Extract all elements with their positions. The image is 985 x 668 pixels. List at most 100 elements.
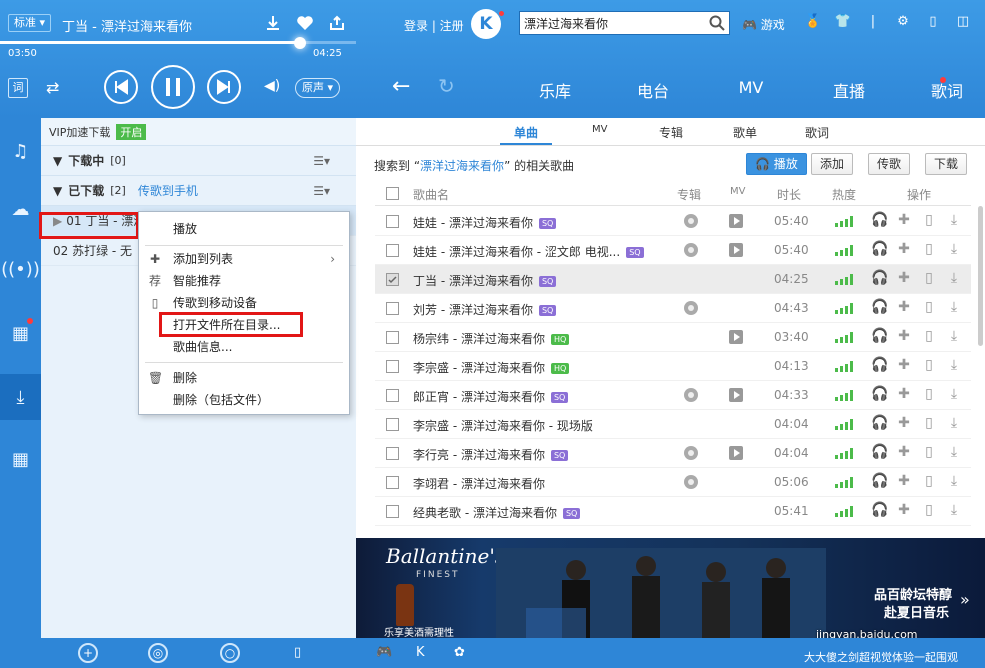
phone-icon[interactable]: ▯ [921, 357, 937, 373]
apps-grid-icon[interactable]: ▦ [0, 436, 41, 482]
mv-play-icon[interactable] [729, 214, 743, 228]
previous-button[interactable] [104, 70, 138, 104]
subtab-albums[interactable]: 专辑 [659, 124, 683, 141]
double-chevron-right-icon[interactable]: » [960, 590, 970, 609]
row-checkbox[interactable] [386, 418, 399, 431]
menu-add-to-list[interactable]: ✚ 添加到列表 › [139, 248, 349, 270]
phone-icon[interactable]: ▯ [921, 328, 937, 344]
locate-icon[interactable]: ◎ [148, 643, 168, 663]
song-title[interactable]: 李宗盛 - 漂洋过海来看你 - 现场版 [413, 417, 593, 434]
table-row[interactable]: 娃娃 - 漂洋过海来看你 - 涩文郎 电视... SQ 05:40 🎧 ✚ ▯ ⤓ [375, 236, 971, 265]
song-title[interactable]: 李翊君 - 漂洋过海来看你 [413, 475, 545, 492]
plus-icon[interactable]: ✚ [896, 270, 912, 286]
row-checkbox[interactable] [386, 215, 399, 228]
refresh-icon[interactable]: ↻ [438, 74, 455, 98]
subtab-lyrics[interactable]: 歌词 [805, 124, 829, 141]
row-checkbox[interactable] [386, 273, 399, 286]
table-row[interactable]: 经典老歌 - 漂洋过海来看你 SQ 05:41 🎧 ✚ ▯ ⤓ [375, 497, 971, 526]
song-title[interactable]: 娃娃 - 漂洋过海来看你 SQ [413, 214, 557, 231]
search-input[interactable] [524, 14, 704, 32]
song-title[interactable]: 李行亮 - 漂洋过海来看你 SQ [413, 446, 569, 463]
tab-library[interactable]: 乐库 [506, 78, 604, 102]
recent-icon[interactable]: ▦ [0, 310, 41, 356]
subtab-playlists[interactable]: 歌单 [733, 124, 757, 141]
album-icon[interactable] [684, 243, 698, 257]
album-icon[interactable] [684, 475, 698, 489]
mv-play-icon[interactable] [729, 243, 743, 257]
subtab-songs[interactable]: 单曲 [514, 124, 538, 141]
phone-icon[interactable]: ▯ [921, 270, 937, 286]
table-row[interactable]: 李翊君 - 漂洋过海来看你 05:06 🎧 ✚ ▯ ⤓ [375, 468, 971, 497]
download-icon[interactable]: ⤓ [946, 212, 962, 228]
row-checkbox[interactable] [386, 360, 399, 373]
headphone-icon[interactable]: 🎧 [871, 415, 888, 431]
tab-live[interactable]: 直播 [800, 78, 898, 102]
heart-icon[interactable] [296, 14, 314, 32]
list-menu-icon[interactable]: ☰▾ [313, 184, 330, 198]
mv-play-icon[interactable] [729, 446, 743, 460]
search-circle-icon[interactable]: ○ [220, 643, 240, 663]
download-manager-icon[interactable]: ⤓ [0, 374, 41, 420]
plus-icon[interactable]: ✚ [896, 299, 912, 315]
menu-smart-recommend[interactable]: 荐智能推荐 [139, 270, 349, 292]
gear-icon[interactable]: ⚙ [894, 14, 912, 29]
plus-icon[interactable]: ✚ [896, 502, 912, 518]
radio-icon[interactable]: ((•)) [0, 246, 41, 292]
sound-mode-dropdown[interactable]: 原声 ▾ [295, 78, 341, 98]
table-row[interactable]: 丁当 - 漂洋过海来看你 SQ 04:25 🎧 ✚ ▯ ⤓ [375, 265, 971, 294]
progress-bar[interactable] [0, 37, 356, 49]
menu-send-to-device[interactable]: ▯ 传歌到移动设备 [139, 292, 349, 314]
tab-radio[interactable]: 电台 [604, 78, 702, 102]
download-icon[interactable]: ⤓ [946, 270, 962, 286]
table-row[interactable]: 刘芳 - 漂洋过海来看你 SQ 04:43 🎧 ✚ ▯ ⤓ [375, 294, 971, 323]
table-row[interactable]: 娃娃 - 漂洋过海来看你 SQ 05:40 🎧 ✚ ▯ ⤓ [375, 207, 971, 236]
quality-dropdown[interactable]: 标准 ▾ [8, 14, 52, 32]
table-row[interactable]: 郎正宵 - 漂洋过海来看你 SQ 04:33 🎧 ✚ ▯ ⤓ [375, 381, 971, 410]
medal-icon[interactable]: 🏅 [804, 14, 822, 29]
album-icon[interactable] [684, 214, 698, 228]
kugou-logo[interactable]: K [471, 9, 501, 39]
login-register-link[interactable]: 登录 | 注册 [404, 17, 464, 34]
progress-handle[interactable] [294, 37, 306, 49]
song-title[interactable]: 经典老歌 - 漂洋过海来看你 SQ [413, 504, 581, 521]
kugou-small-icon[interactable]: K [416, 645, 425, 660]
album-icon[interactable] [684, 388, 698, 402]
download-icon[interactable] [264, 14, 282, 32]
play-mode-icon[interactable]: ⇄ [46, 78, 59, 97]
back-arrow-icon[interactable]: ← [392, 74, 410, 99]
phone-icon[interactable]: ▯ [921, 502, 937, 518]
game-link[interactable]: 🎮 游戏 [742, 16, 785, 33]
table-row[interactable]: 杨宗纬 - 漂洋过海来看你 HQ 03:40 🎧 ✚ ▯ ⤓ [375, 323, 971, 352]
gamepad-icon[interactable]: 🎮 [376, 645, 392, 660]
gear-green-icon[interactable]: ✿ [454, 645, 465, 660]
phone-icon[interactable]: ▯ [921, 386, 937, 402]
headphone-icon[interactable]: 🎧 [871, 328, 888, 344]
send-to-phone-link[interactable]: 传歌到手机 [138, 182, 198, 199]
plus-icon[interactable]: ✚ [896, 415, 912, 431]
download-icon[interactable]: ⤓ [946, 444, 962, 460]
scrollbar[interactable] [978, 206, 983, 346]
plus-icon[interactable]: ✚ [896, 328, 912, 344]
download-button[interactable]: 下载 [925, 153, 968, 175]
plus-icon[interactable]: ✚ [896, 357, 912, 373]
song-title[interactable]: 丁当 - 漂洋过海来看你 SQ [413, 272, 557, 289]
skin-icon[interactable]: 👕 [834, 14, 852, 29]
share-icon[interactable] [328, 14, 346, 32]
headphone-icon[interactable]: 🎧 [871, 386, 888, 402]
download-icon[interactable]: ⤓ [946, 328, 962, 344]
album-icon[interactable] [684, 446, 698, 460]
col-duration[interactable]: 时长 [777, 186, 801, 203]
volume-icon[interactable]: ◀) [264, 78, 280, 94]
plus-icon[interactable]: ✚ [896, 212, 912, 228]
menu-play[interactable]: 播放 [139, 218, 349, 240]
vip-enable-button[interactable]: 开启 [116, 123, 147, 140]
row-checkbox[interactable] [386, 476, 399, 489]
search-icon[interactable] [709, 15, 725, 31]
row-checkbox[interactable] [386, 447, 399, 460]
mv-play-icon[interactable] [729, 388, 743, 402]
send-button[interactable]: 传歌 [868, 153, 911, 175]
table-row[interactable]: 李宗盛 - 漂洋过海来看你 HQ 04:13 🎧 ✚ ▯ ⤓ [375, 352, 971, 381]
pause-button[interactable] [151, 65, 195, 109]
menu-song-info[interactable]: 歌曲信息... [139, 336, 349, 358]
headphone-icon[interactable]: 🎧 [871, 473, 888, 489]
